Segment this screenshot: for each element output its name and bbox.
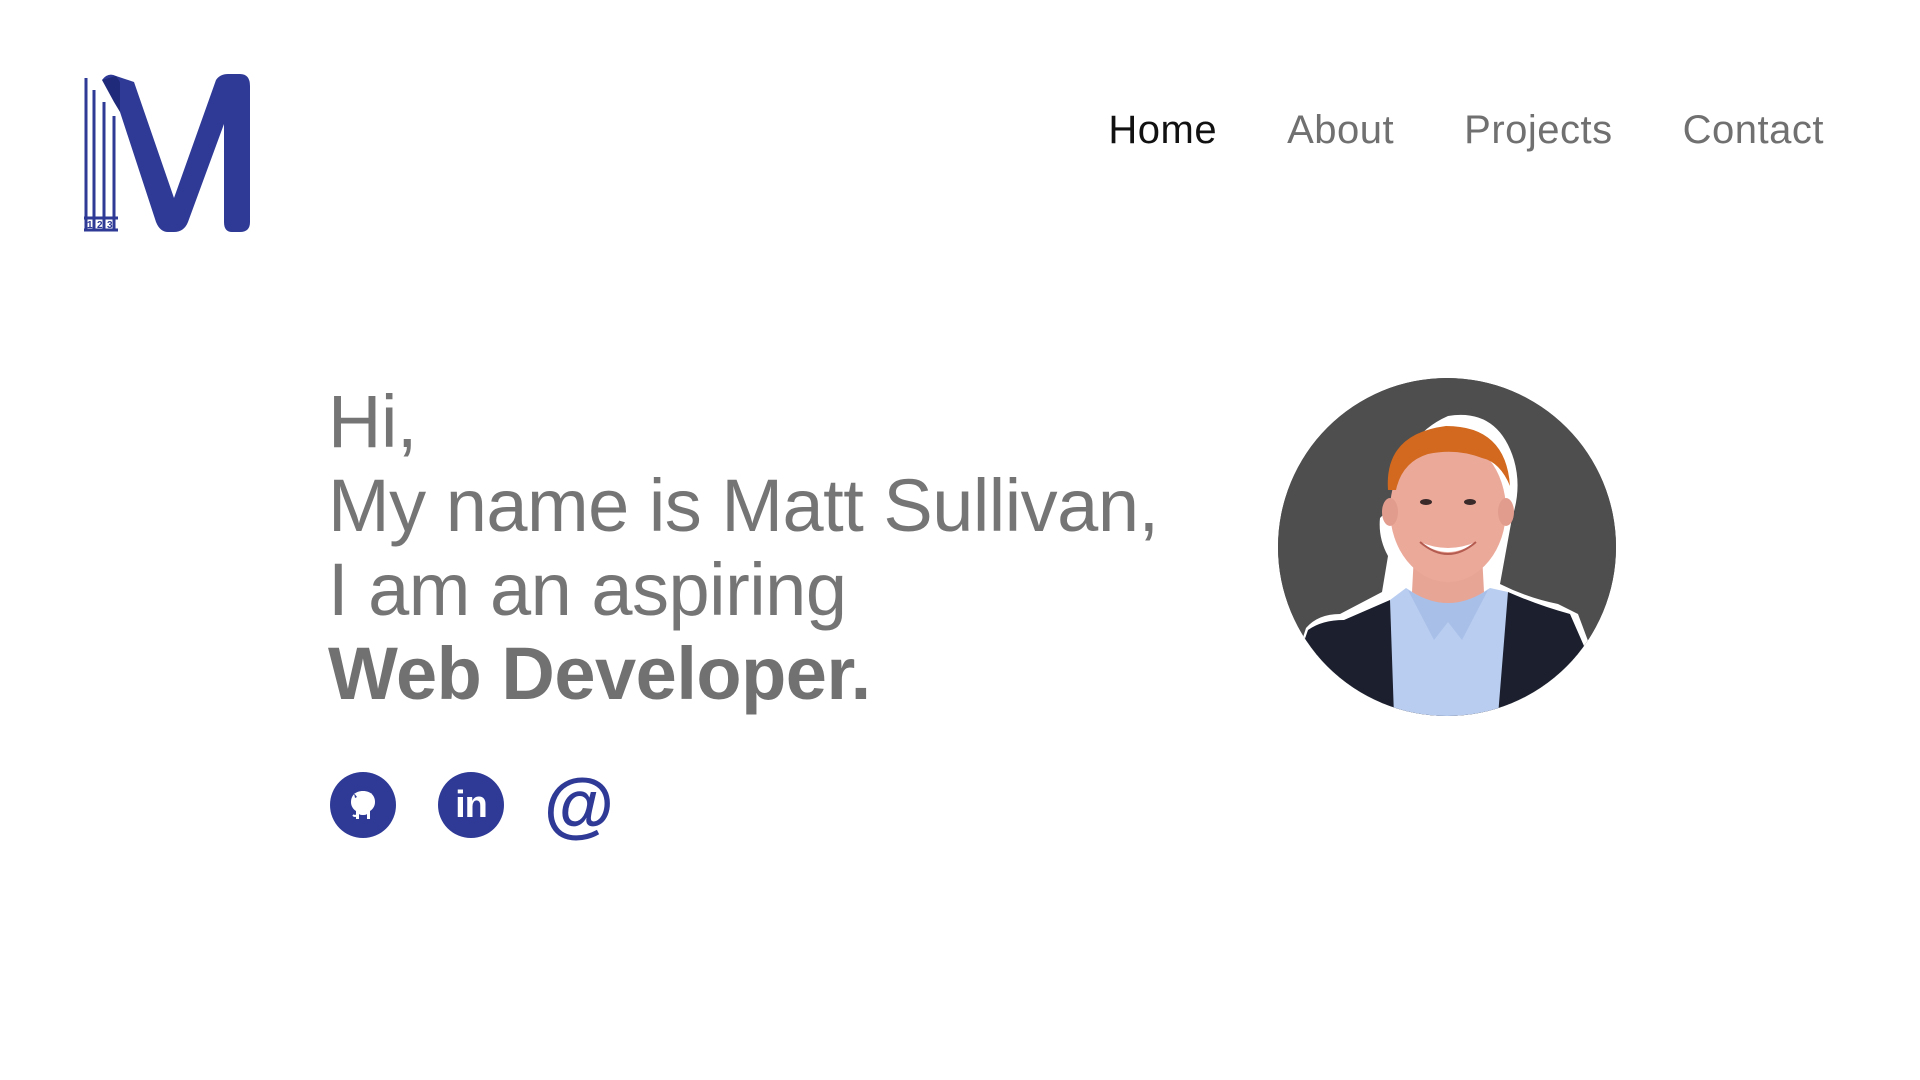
nav-about-link[interactable]: About xyxy=(1287,108,1394,153)
nav-projects-link[interactable]: Projects xyxy=(1464,108,1613,153)
nav-contact-link[interactable]: Contact xyxy=(1683,108,1824,153)
svg-text:1: 1 xyxy=(87,220,93,231)
hero-role: Web Developer. xyxy=(328,632,871,715)
social-links: in @ xyxy=(330,769,614,841)
hero-aspiring-line: I am an aspiring xyxy=(328,548,847,631)
site-logo[interactable]: 1 2 3 xyxy=(80,72,260,240)
hero-greeting: Hi, xyxy=(328,380,417,463)
main-nav: Home About Projects Contact xyxy=(1108,108,1824,153)
profile-photo xyxy=(1278,378,1616,716)
github-icon[interactable] xyxy=(330,772,396,838)
hero-intro: Hi, My name is Matt Sullivan, I am an as… xyxy=(328,380,1159,716)
nav-home-link[interactable]: Home xyxy=(1108,108,1217,153)
hero-name-line: My name is Matt Sullivan, xyxy=(328,464,1159,547)
home-page: 1 2 3 Home About Projects Contact Hi, My… xyxy=(0,0,1920,1080)
svg-text:3: 3 xyxy=(107,220,113,231)
email-icon[interactable]: @ xyxy=(544,769,614,841)
linkedin-text: in xyxy=(455,784,488,826)
svg-text:2: 2 xyxy=(97,220,103,231)
linkedin-icon[interactable]: in xyxy=(438,772,504,838)
